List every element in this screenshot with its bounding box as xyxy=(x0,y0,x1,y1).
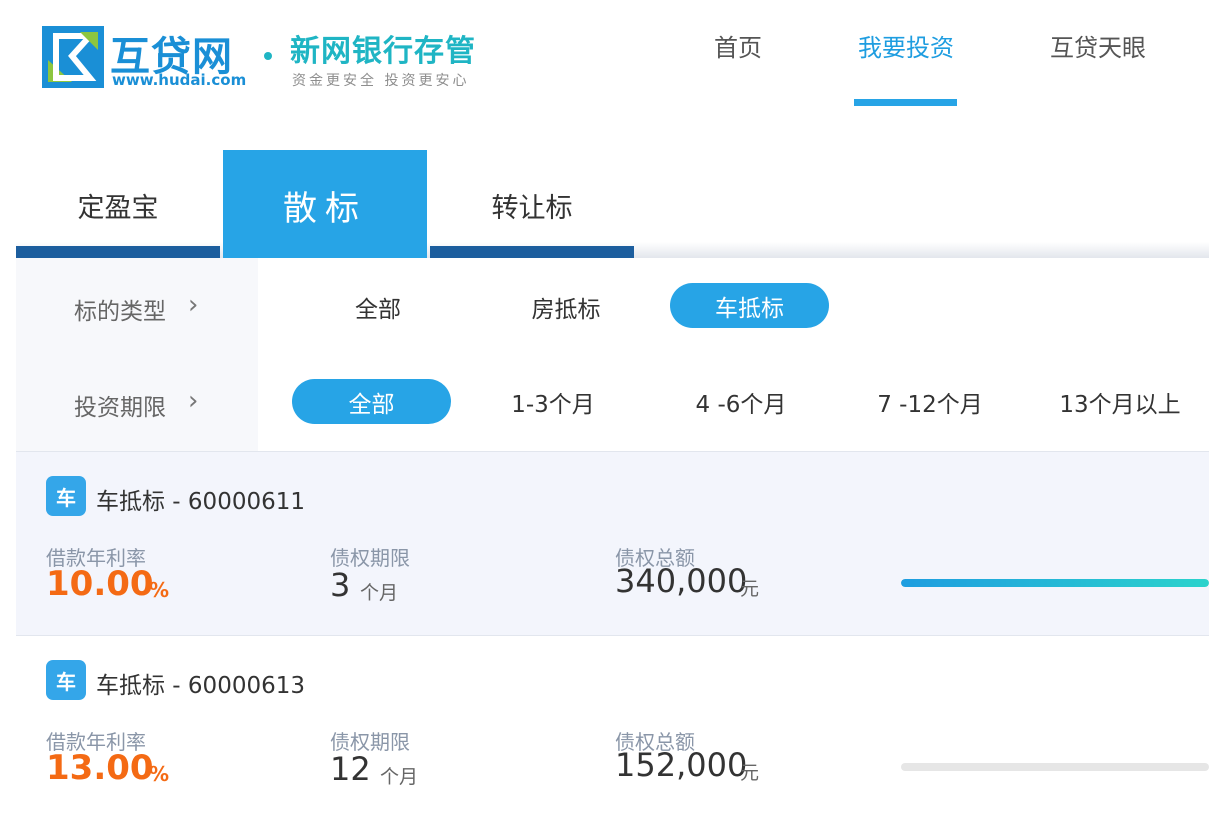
filter-type-all[interactable]: 全部 xyxy=(318,284,438,329)
tab-label: 散标 xyxy=(283,188,367,229)
listing-title[interactable]: 车抵标 - 60000611 xyxy=(96,482,305,516)
term-unit: 个月 xyxy=(360,582,399,604)
hudai-logo-icon xyxy=(42,26,104,88)
listing-title[interactable]: 车抵标 - 60000613 xyxy=(96,666,305,700)
tab-sanbiao[interactable]: 散标 xyxy=(223,150,427,260)
filter-term-7-12[interactable]: 7 -12个月 xyxy=(856,379,1004,424)
nav-active-indicator xyxy=(854,99,957,106)
filter-term-all[interactable]: 全部 xyxy=(292,379,451,424)
chevron-right-icon: › xyxy=(188,386,199,416)
amount-unit: 元 xyxy=(740,578,760,600)
progress-bar xyxy=(901,763,1209,771)
chevron-right-icon: › xyxy=(188,290,199,320)
amount-value: 152,000 xyxy=(615,746,748,784)
site-header: 互贷网 www.hudai.com 新网银行存管 资金更安全 投资更安心 首页 … xyxy=(0,0,1209,110)
progress-bar xyxy=(901,579,1209,587)
filter-type-label: 标的类型 xyxy=(74,299,166,325)
annual-rate: 13.00 xyxy=(46,748,154,788)
slogan-subtitle: 资金更安全 投资更安心 xyxy=(292,73,470,89)
filter-type-car[interactable]: 车抵标 xyxy=(670,283,829,328)
rate-unit: % xyxy=(149,762,170,786)
filter-term-13-plus[interactable]: 13个月以上 xyxy=(1046,379,1194,424)
tab-dingyingbao[interactable]: 定盈宝 xyxy=(16,150,220,260)
logo-url: www.hudai.com xyxy=(112,71,247,89)
car-loan-icon: 车 xyxy=(46,660,86,700)
site-logo[interactable]: 互贷网 www.hudai.com 新网银行存管 资金更安全 投资更安心 xyxy=(40,22,510,94)
car-loan-icon: 车 xyxy=(46,476,86,516)
product-tabs: 定盈宝 散标 转让标 xyxy=(16,150,1209,260)
rate-unit: % xyxy=(149,578,170,602)
tab-label: 转让标 xyxy=(491,192,573,224)
nav-invest[interactable]: 我要投资 xyxy=(858,28,954,63)
filter-label-column: 标的类型 › 投资期限 › xyxy=(16,258,258,452)
tab-transfer[interactable]: 转让标 xyxy=(430,150,634,260)
filter-panel: 标的类型 › 投资期限 › 全部 房抵标 车抵标 全部 1-3个月 4 -6个月… xyxy=(16,258,1209,452)
filter-term-label: 投资期限 xyxy=(74,395,166,421)
filter-type-house[interactable]: 房抵标 xyxy=(506,284,626,329)
loan-listing[interactable]: 车 车抵标 - 60000613 借款年利率 13.00 % 债权期限 12 个… xyxy=(16,635,1209,818)
term-value: 3 xyxy=(330,566,351,604)
nav-sky-eye[interactable]: 互贷天眼 xyxy=(1050,28,1146,63)
tab-label: 定盈宝 xyxy=(77,192,159,224)
filter-term-1-3[interactable]: 1-3个月 xyxy=(486,379,620,424)
bank-custody-slogan: 新网银行存管 xyxy=(290,34,476,69)
progress-fill xyxy=(901,579,1209,587)
term-unit: 个月 xyxy=(380,766,419,788)
amount-unit: 元 xyxy=(740,762,760,784)
term-value: 12 xyxy=(330,750,371,788)
amount-value: 340,000 xyxy=(615,562,748,600)
nav-home[interactable]: 首页 xyxy=(714,28,762,63)
loan-listing[interactable]: 车 车抵标 - 60000611 借款年利率 10.00 % 债权期限 3 个月… xyxy=(16,451,1209,635)
logo-separator-dot xyxy=(264,52,272,60)
filter-term-4-6[interactable]: 4 -6个月 xyxy=(672,379,810,424)
annual-rate: 10.00 xyxy=(46,564,154,604)
